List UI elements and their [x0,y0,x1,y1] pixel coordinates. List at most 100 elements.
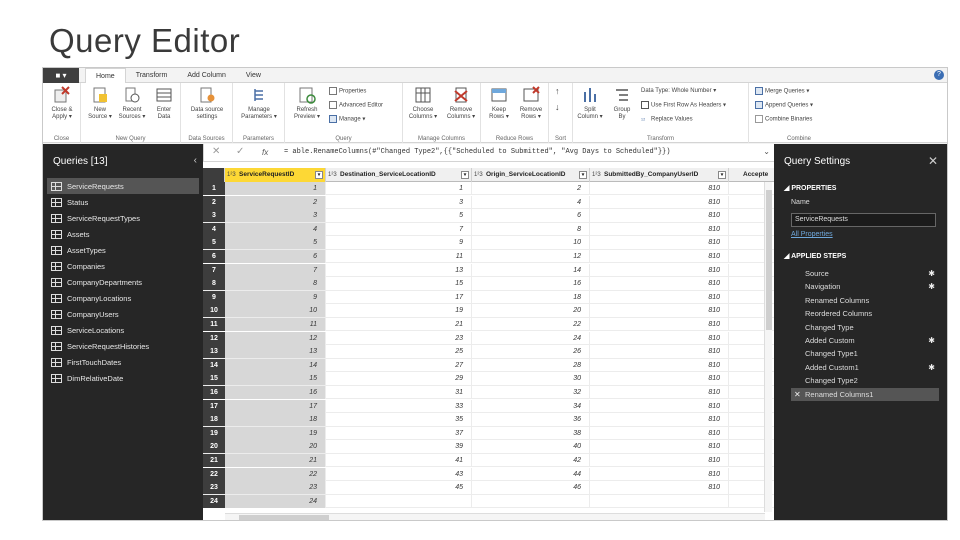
table-cell[interactable]: 810 [590,222,729,236]
table-cell[interactable]: 19 [326,304,472,318]
table-cell[interactable]: 13 [225,345,326,359]
row-number[interactable]: 19 [203,426,225,440]
column-filter-dropdown-icon[interactable]: ▾ [718,171,726,179]
row-number[interactable]: 3 [203,209,225,223]
table-cell[interactable]: 810 [590,236,729,250]
table-cell[interactable]: 810 [590,250,729,263]
table-corner-icon[interactable] [203,168,225,182]
table-row[interactable]: 15 15 29 30 810 [203,372,774,386]
enter-data-button[interactable]: Enter Data [149,85,179,121]
table-cell[interactable]: 3 [326,195,472,209]
applied-step[interactable]: Changed Type1 [791,347,939,360]
table-cell[interactable]: 13 [326,263,472,277]
table-cell[interactable]: 4 [225,222,326,236]
row-number[interactable]: 6 [203,250,225,263]
query-item[interactable]: AssetTypes [47,242,199,258]
table-cell[interactable]: 16 [472,277,590,291]
combine-binaries-button[interactable]: Combine Binaries [755,115,812,124]
table-cell[interactable]: 45 [326,481,472,495]
applied-step[interactable]: Navigation ✱ [791,280,939,293]
table-cell[interactable]: 810 [590,358,729,372]
formula-input[interactable]: = able.RenameColumns(#"Changed Type2",{{… [284,148,670,156]
group-by-button[interactable]: Group By [607,85,637,121]
table-row[interactable]: 19 19 37 38 810 [203,426,774,441]
table-row[interactable]: 10 10 19 20 810 [203,304,774,318]
row-number[interactable]: 8 [203,277,225,291]
column-header[interactable]: Accepte [729,168,774,182]
row-number[interactable]: 5 [203,236,225,250]
table-cell[interactable]: 11 [326,250,472,263]
table-row[interactable]: 14 14 27 28 810 [203,358,774,373]
row-number[interactable]: 13 [203,345,225,359]
query-item[interactable]: CompanyDepartments [47,274,199,290]
row-number[interactable]: 18 [203,413,225,427]
formula-expand-icon[interactable]: ⌄ [763,147,770,156]
query-item[interactable]: FirstTouchDates [47,354,199,370]
table-cell[interactable]: 23 [225,481,326,495]
query-item[interactable]: Companies [47,258,199,274]
table-cell[interactable]: 44 [472,467,590,481]
table-cell[interactable]: 31 [326,386,472,399]
table-cell[interactable]: 20 [472,304,590,318]
table-cell[interactable]: 15 [225,372,326,386]
table-row[interactable]: 3 3 5 6 810 [203,209,774,223]
table-cell[interactable] [590,494,729,508]
query-item[interactable]: ServiceRequestTypes [47,210,199,226]
table-cell[interactable]: 17 [326,290,472,304]
table-cell[interactable]: 810 [590,467,729,481]
table-cell[interactable]: 26 [472,345,590,359]
step-settings-gear-icon[interactable]: ✱ [928,280,935,293]
table-cell[interactable]: 8 [472,222,590,236]
row-number[interactable]: 14 [203,358,225,372]
table-row[interactable]: 8 8 15 16 810 [203,277,774,291]
horizontal-scroll-thumb[interactable] [239,515,329,520]
table-cell[interactable]: 810 [590,318,729,331]
tab-home[interactable]: Home [85,68,126,83]
row-number[interactable]: 2 [203,195,225,209]
query-item[interactable]: CompanyUsers [47,306,199,322]
table-row[interactable]: 23 23 45 46 810 [203,481,774,495]
table-cell[interactable]: 11 [225,318,326,331]
table-row[interactable]: 7 7 13 14 810 [203,263,774,277]
table-cell[interactable]: 25 [326,345,472,359]
column-header[interactable]: 1²3 SubmittedBy_CompanyUserID ▾ [590,168,729,182]
table-cell[interactable]: 42 [472,454,590,467]
new-source-button[interactable]: New Source ▾ [85,85,115,121]
row-number[interactable]: 11 [203,318,225,331]
table-cell[interactable]: 810 [590,481,729,495]
delete-step-icon[interactable]: ✕ [794,388,801,401]
table-cell[interactable]: 1 [326,182,472,195]
table-cell[interactable]: 21 [326,318,472,331]
table-row[interactable]: 21 21 41 42 810 [203,454,774,468]
table-row[interactable]: 11 11 21 22 810 [203,318,774,332]
table-cell[interactable]: 810 [590,195,729,209]
query-item[interactable]: DimRelativeDate [47,370,199,386]
table-row[interactable]: 4 4 7 8 810 [203,222,774,237]
table-cell[interactable]: 9 [225,290,326,304]
table-cell[interactable]: 34 [472,399,590,413]
applied-step[interactable]: Renamed Columns [791,294,939,307]
row-number[interactable]: 1 [203,182,225,195]
row-number[interactable]: 16 [203,386,225,399]
column-header[interactable]: 1²3 Origin_ServiceLocationID ▾ [472,168,590,182]
table-cell[interactable]: 8 [225,277,326,291]
table-cell[interactable]: 21 [225,454,326,467]
row-number[interactable]: 20 [203,440,225,454]
table-cell[interactable]: 810 [590,345,729,359]
row-number[interactable]: 9 [203,290,225,304]
step-settings-gear-icon[interactable]: ✱ [928,267,935,280]
table-cell[interactable]: 28 [472,358,590,372]
cancel-formula-icon[interactable]: ✕ [212,146,220,157]
table-cell[interactable]: 29 [326,372,472,386]
table-cell[interactable]: 27 [326,358,472,372]
table-cell[interactable]: 23 [326,331,472,345]
collapse-chevron-icon[interactable]: ‹ [194,155,197,166]
table-cell[interactable] [326,494,472,508]
table-cell[interactable] [472,494,590,508]
table-cell[interactable]: 20 [225,440,326,454]
query-item[interactable]: ServiceLocations [47,322,199,338]
table-row[interactable]: 18 18 35 36 810 [203,413,774,427]
query-item[interactable]: ServiceRequestHistories [47,338,199,354]
table-cell[interactable]: 39 [326,440,472,454]
applied-step[interactable]: Source ✱ [791,267,939,280]
